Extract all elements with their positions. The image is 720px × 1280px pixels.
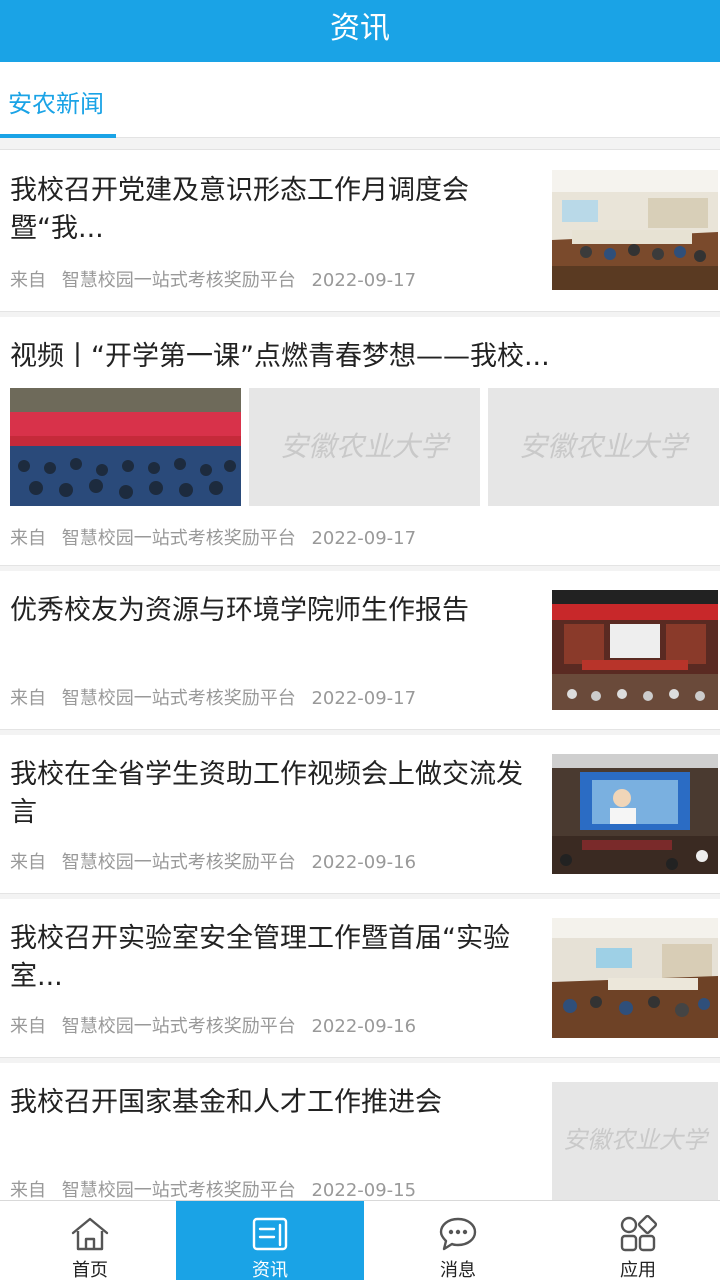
home-icon (0, 1215, 180, 1255)
news-source: 来自 (10, 1016, 46, 1037)
category-tabs: 安农新闻 (0, 62, 720, 138)
nav-label: 首页 (72, 1260, 108, 1280)
news-title: 优秀校友为资源与环境学院师生作报告 (10, 595, 469, 626)
page-title: 资讯 (330, 11, 390, 46)
app-header: 资讯 (0, 0, 720, 62)
news-icon (176, 1215, 364, 1255)
news-date: 2022-09-16 (311, 1016, 417, 1037)
news-date: 2022-09-17 (311, 688, 417, 709)
news-source: 来自 (10, 528, 46, 549)
news-date: 2022-09-15 (311, 1180, 417, 1201)
item-gap (0, 312, 720, 317)
logo-watermark-text: 安徽农业大学 (519, 430, 690, 463)
nav-label: 消息 (440, 1260, 476, 1280)
news-title: 我校在全省学生资助工作视频会上做交流发言 (10, 759, 523, 828)
news-meta: 来自 智慧校园一站式考核奖励平台 2022-09-16 (10, 848, 416, 874)
news-image (10, 388, 241, 506)
news-meta: 来自 智慧校园一站式考核奖励平台 2022-09-17 (10, 684, 416, 710)
news-image-row: 安徽农业大学 安徽农业大学 (10, 388, 720, 506)
nav-messages[interactable]: 消息 (368, 1201, 548, 1280)
apps-icon (556, 1215, 720, 1255)
bottom-nav: 首页 资讯 消息 应用 (0, 1200, 720, 1280)
news-item[interactable]: 优秀校友为资源与环境学院师生作报告 来自 智慧校园一站式考核奖励平台 2022-… (0, 572, 720, 735)
logo-watermark-text: 安徽农业大学 (280, 430, 451, 463)
news-thumbnail (552, 754, 718, 874)
news-platform: 智慧校园一站式考核奖励平台 (61, 270, 296, 291)
news-platform: 智慧校园一站式考核奖励平台 (61, 528, 296, 549)
nav-label: 资讯 (252, 1260, 288, 1280)
news-meta: 来自 智慧校园一站式考核奖励平台 2022-09-17 (10, 266, 416, 292)
news-meta: 来自 智慧校园一站式考核奖励平台 2022-09-17 (10, 524, 416, 550)
nav-apps[interactable]: 应用 (556, 1201, 720, 1280)
news-image-placeholder: 安徽农业大学 (488, 388, 719, 506)
news-title: 视频丨“开学第一课”点燃青春梦想——我校... (10, 341, 550, 372)
news-item[interactable]: 我校召开国家基金和人才工作推进会 来自 智慧校园一站式考核奖励平台 2022-0… (0, 1064, 720, 1214)
news-platform: 智慧校园一站式考核奖励平台 (61, 1016, 296, 1037)
news-item[interactable]: 我校在全省学生资助工作视频会上做交流发言 来自 智慧校园一站式考核奖励平台 20… (0, 736, 720, 899)
news-platform: 智慧校园一站式考核奖励平台 (61, 852, 296, 873)
news-platform: 智慧校园一站式考核奖励平台 (61, 1180, 296, 1201)
tab-label: 安农新闻 (8, 90, 104, 118)
news-source: 来自 (10, 270, 46, 291)
news-source: 来自 (10, 688, 46, 709)
news-title: 我校召开党建及意识形态工作月调度会暨“我... (10, 175, 469, 244)
news-item[interactable]: 视频丨“开学第一课”点燃青春梦想——我校... 安徽农业大学 安徽农业大学 来自… (0, 318, 720, 571)
news-meta: 来自 智慧校园一站式考核奖励平台 2022-09-15 (10, 1176, 416, 1202)
news-source: 来自 (10, 1180, 46, 1201)
news-date: 2022-09-17 (311, 528, 417, 549)
news-date: 2022-09-16 (311, 852, 417, 873)
news-platform: 智慧校园一站式考核奖励平台 (61, 688, 296, 709)
news-meta: 来自 智慧校园一站式考核奖励平台 2022-09-16 (10, 1012, 416, 1038)
news-date: 2022-09-17 (311, 270, 417, 291)
divider (0, 138, 720, 150)
news-source: 来自 (10, 852, 46, 873)
item-gap (0, 566, 720, 571)
news-thumbnail (552, 170, 718, 290)
news-thumbnail-placeholder: 安徽农业大学 (552, 1082, 718, 1202)
nav-news[interactable]: 资讯 (176, 1201, 364, 1280)
item-gap (0, 1058, 720, 1063)
news-thumbnail (552, 590, 718, 710)
nav-home[interactable]: 首页 (0, 1201, 180, 1280)
news-thumbnail (552, 918, 718, 1038)
nav-label: 应用 (620, 1260, 656, 1280)
news-item[interactable]: 我校召开党建及意识形态工作月调度会暨“我... 来自 智慧校园一站式考核奖励平台… (0, 150, 720, 317)
news-title: 我校召开实验室安全管理工作暨首届“实验室... (10, 923, 510, 992)
item-gap (0, 730, 720, 735)
item-gap (0, 894, 720, 899)
news-item[interactable]: 我校召开实验室安全管理工作暨首届“实验室... 来自 智慧校园一站式考核奖励平台… (0, 900, 720, 1063)
chat-icon (368, 1215, 548, 1255)
logo-watermark-text: 安徽农业大学 (563, 1126, 710, 1154)
tab-anong-news[interactable]: 安农新闻 (0, 62, 116, 138)
news-title: 我校召开国家基金和人才工作推进会 (10, 1087, 442, 1118)
news-image-placeholder: 安徽农业大学 (249, 388, 480, 506)
